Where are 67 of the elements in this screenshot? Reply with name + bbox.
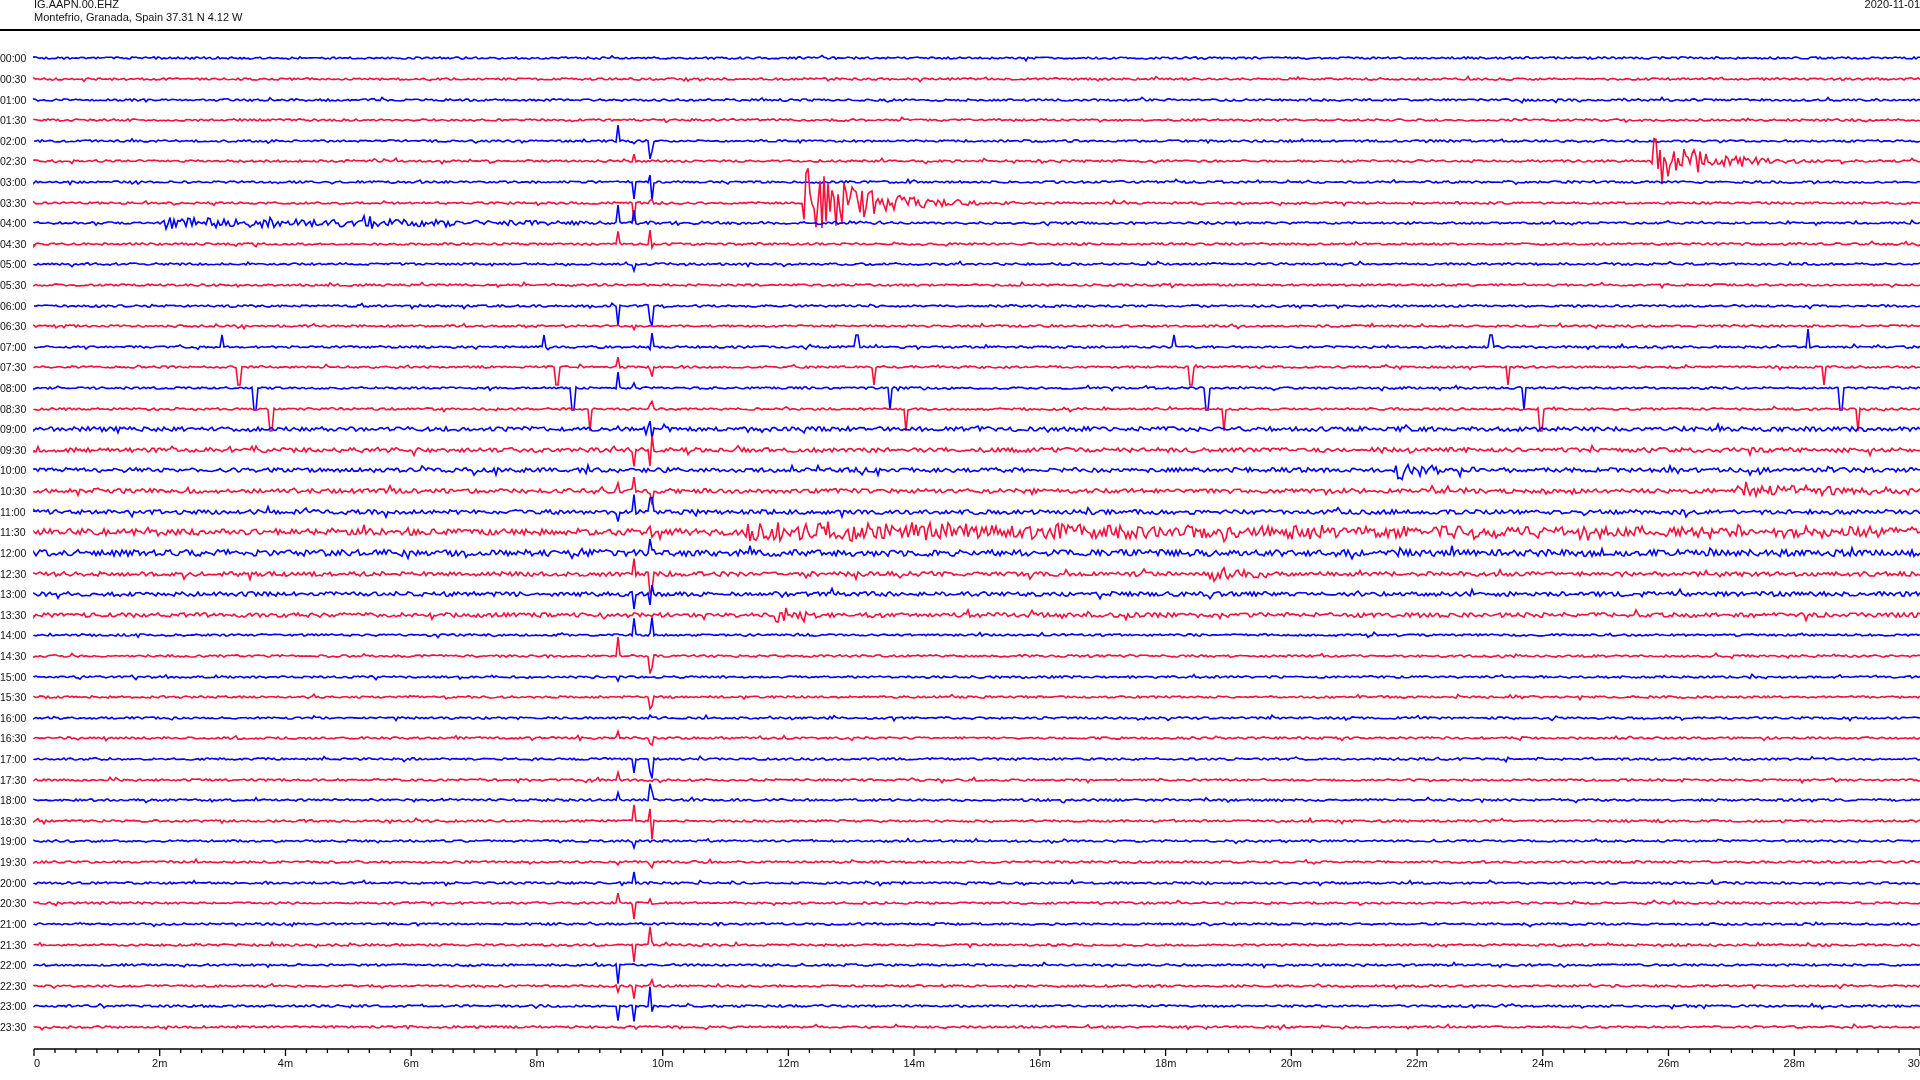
time-label: 21:30	[0, 938, 28, 951]
time-label: 17:30	[0, 773, 28, 786]
time-label: 06:00	[0, 299, 28, 312]
time-label: 07:00	[0, 340, 28, 353]
time-label: 13:30	[0, 608, 28, 621]
axis-tick-label: 0	[34, 1057, 41, 1070]
axis-tick-label: 18m	[1154, 1057, 1177, 1070]
time-label: 16:00	[0, 711, 28, 724]
plot-date: 2020-11-01	[1864, 0, 1920, 12]
time-label: 12:00	[0, 546, 28, 559]
time-label: 05:00	[0, 258, 28, 271]
station-location: Montefrio, Granada, Spain 37.31 N 4.12 W	[34, 11, 243, 24]
station-code: IG.AAPN.00.EHZ	[34, 0, 120, 11]
time-label: 00:30	[0, 72, 28, 85]
axis-tick-label: 30	[1907, 1057, 1920, 1070]
time-label: 22:30	[0, 979, 28, 992]
time-label: 13:00	[0, 588, 28, 601]
time-label: 00:00	[0, 52, 28, 65]
axis-tick-label: 26m	[1657, 1057, 1680, 1070]
axis-tick-label: 2m	[152, 1057, 168, 1070]
time-label: 21:00	[0, 917, 28, 930]
time-label: 01:00	[0, 93, 28, 106]
time-label: 04:00	[0, 217, 28, 230]
time-label: 03:30	[0, 196, 28, 209]
time-label: 22:00	[0, 959, 28, 972]
time-label: 20:30	[0, 897, 28, 910]
time-label: 10:30	[0, 485, 28, 498]
time-label: 08:30	[0, 402, 28, 415]
time-label: 02:30	[0, 155, 28, 168]
time-label: 17:00	[0, 753, 28, 765]
time-label: 11:00	[0, 505, 27, 518]
axis-tick-label: 14m	[903, 1057, 925, 1070]
time-label: 09:30	[0, 443, 28, 456]
time-label: 02:00	[0, 134, 28, 147]
time-label: 06:30	[0, 320, 28, 333]
time-label: 10:00	[0, 464, 28, 477]
time-label: 01:30	[0, 114, 28, 127]
axis-tick-label: 4m	[277, 1057, 294, 1070]
axis-tick-label: 20m	[1280, 1057, 1303, 1070]
time-label: 08:00	[0, 382, 28, 395]
time-label: 09:00	[0, 423, 28, 436]
axis-tick-label: 16m	[1029, 1057, 1051, 1070]
time-label: 18:00	[0, 794, 28, 807]
axis-tick-label: 10m	[651, 1057, 674, 1070]
time-label: 03:00	[0, 175, 28, 188]
time-label: 05:30	[0, 279, 28, 291]
time-label: 23:30	[0, 1020, 28, 1033]
time-label: 20:00	[0, 876, 28, 889]
time-label: 19:30	[0, 856, 28, 869]
time-label: 15:30	[0, 691, 28, 704]
time-label: 07:30	[0, 361, 28, 374]
time-label: 12:30	[0, 567, 28, 580]
time-label: 19:00	[0, 835, 28, 848]
time-label: 15:00	[0, 670, 28, 683]
time-label: 04:30	[0, 237, 28, 250]
axis-tick-label: 22m	[1406, 1057, 1428, 1070]
axis-tick-label: 12m	[777, 1057, 800, 1070]
time-label: 11:30	[0, 526, 27, 539]
time-label: 16:30	[0, 732, 28, 745]
time-label: 14:30	[0, 649, 28, 662]
axis-tick-label: 28m	[1783, 1057, 1805, 1070]
axis-tick-label: 8m	[529, 1057, 545, 1070]
axis-tick-label: 24m	[1532, 1057, 1554, 1070]
axis-tick-label: 6m	[403, 1057, 419, 1070]
time-label: 23:00	[0, 1000, 28, 1013]
time-label: 18:30	[0, 814, 28, 827]
time-label: 14:00	[0, 629, 28, 642]
